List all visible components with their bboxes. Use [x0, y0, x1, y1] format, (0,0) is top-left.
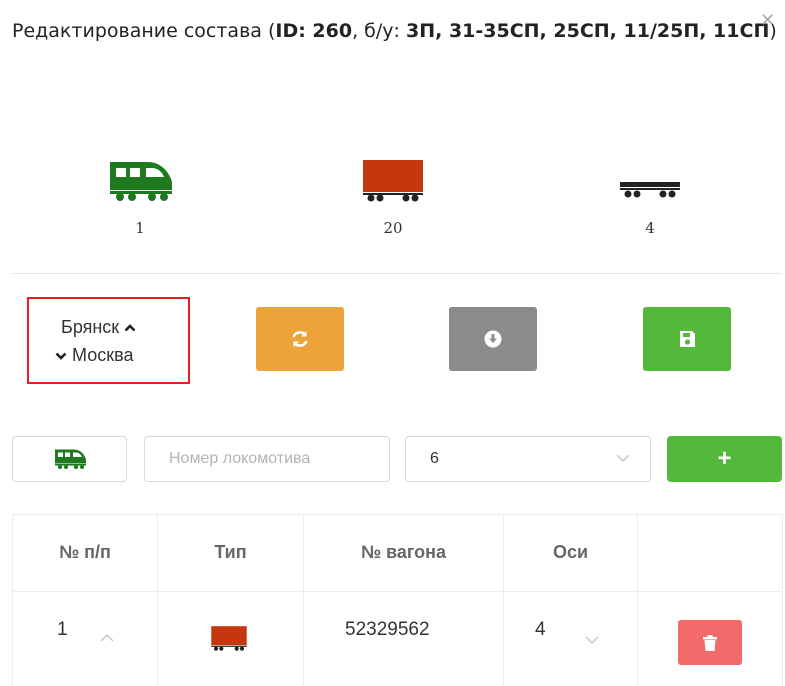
column-axes: Оси [504, 515, 638, 686]
add-locomotive-form: 6 + [0, 436, 785, 482]
save-icon [680, 331, 695, 347]
locomotive-icon [80, 152, 200, 202]
header-axes: Оси [552, 542, 589, 562]
chevron-up-icon[interactable] [100, 633, 114, 643]
chevron-down-icon[interactable] [585, 635, 599, 645]
header-wagon-number: № вагона [360, 542, 447, 562]
trash-icon [703, 634, 717, 651]
summary-locomotives: 1 [80, 152, 200, 237]
add-button[interactable]: + [667, 436, 782, 482]
refresh-button[interactable] [256, 307, 344, 371]
title-text: Редактирование состава ( [12, 20, 276, 42]
freight-wagon-count: 20 [383, 219, 403, 237]
locomotive-count: 1 [135, 219, 145, 237]
row-wagon-number: 52329562 [345, 619, 430, 640]
bu-values: 3П, 31-35СП, 25СП, 11/25П, 11СП [405, 20, 770, 42]
chevron-up-icon [124, 324, 136, 332]
download-icon [484, 330, 502, 348]
column-index: № п/п [13, 515, 158, 686]
train-id: ID: 260 [275, 20, 353, 42]
row-index: 1 [57, 619, 68, 640]
refresh-icon [292, 331, 308, 347]
locomotive-icon [54, 449, 86, 469]
route-direction[interactable]: Брянск Москва [27, 297, 190, 384]
freight-wagon-icon [211, 626, 247, 651]
divider [12, 273, 782, 274]
column-wagon-number: № вагона [304, 515, 504, 686]
summary-platforms: 4 [590, 152, 710, 237]
chevron-down-icon [55, 352, 67, 361]
row-axes-select[interactable]: 4 [535, 619, 546, 641]
header-type: Тип [214, 542, 247, 562]
locomotive-number-input[interactable] [144, 436, 390, 482]
route-from[interactable]: Брянск [61, 317, 136, 338]
wagon-table: № п/п Тип № вагона Оси 1 52329562 4 [12, 514, 783, 686]
save-button[interactable] [643, 307, 731, 371]
route-to[interactable]: Москва [55, 345, 133, 366]
summary-freight-wagons: 20 [333, 152, 453, 237]
header-index: № п/п [59, 542, 111, 562]
chevron-down-icon [616, 454, 630, 463]
delete-button[interactable] [678, 620, 742, 665]
route-to-label: Москва [72, 345, 134, 365]
platform-wagon-icon [590, 152, 710, 202]
freight-wagon-icon [333, 152, 453, 202]
close-icon[interactable]: ✕ [760, 10, 775, 31]
row-divider [13, 591, 783, 592]
page-title: Редактирование состава (ID: 260, б/у: 3П… [12, 16, 782, 46]
axes-select-value: 6 [430, 450, 439, 467]
locomotive-type-button[interactable] [12, 436, 127, 482]
download-button[interactable] [449, 307, 537, 371]
platform-count: 4 [645, 219, 655, 237]
route-from-label: Брянск [61, 317, 120, 337]
column-type: Тип [158, 515, 304, 686]
axes-select[interactable]: 6 [405, 436, 651, 482]
title-separator: , б/у: [352, 20, 406, 42]
